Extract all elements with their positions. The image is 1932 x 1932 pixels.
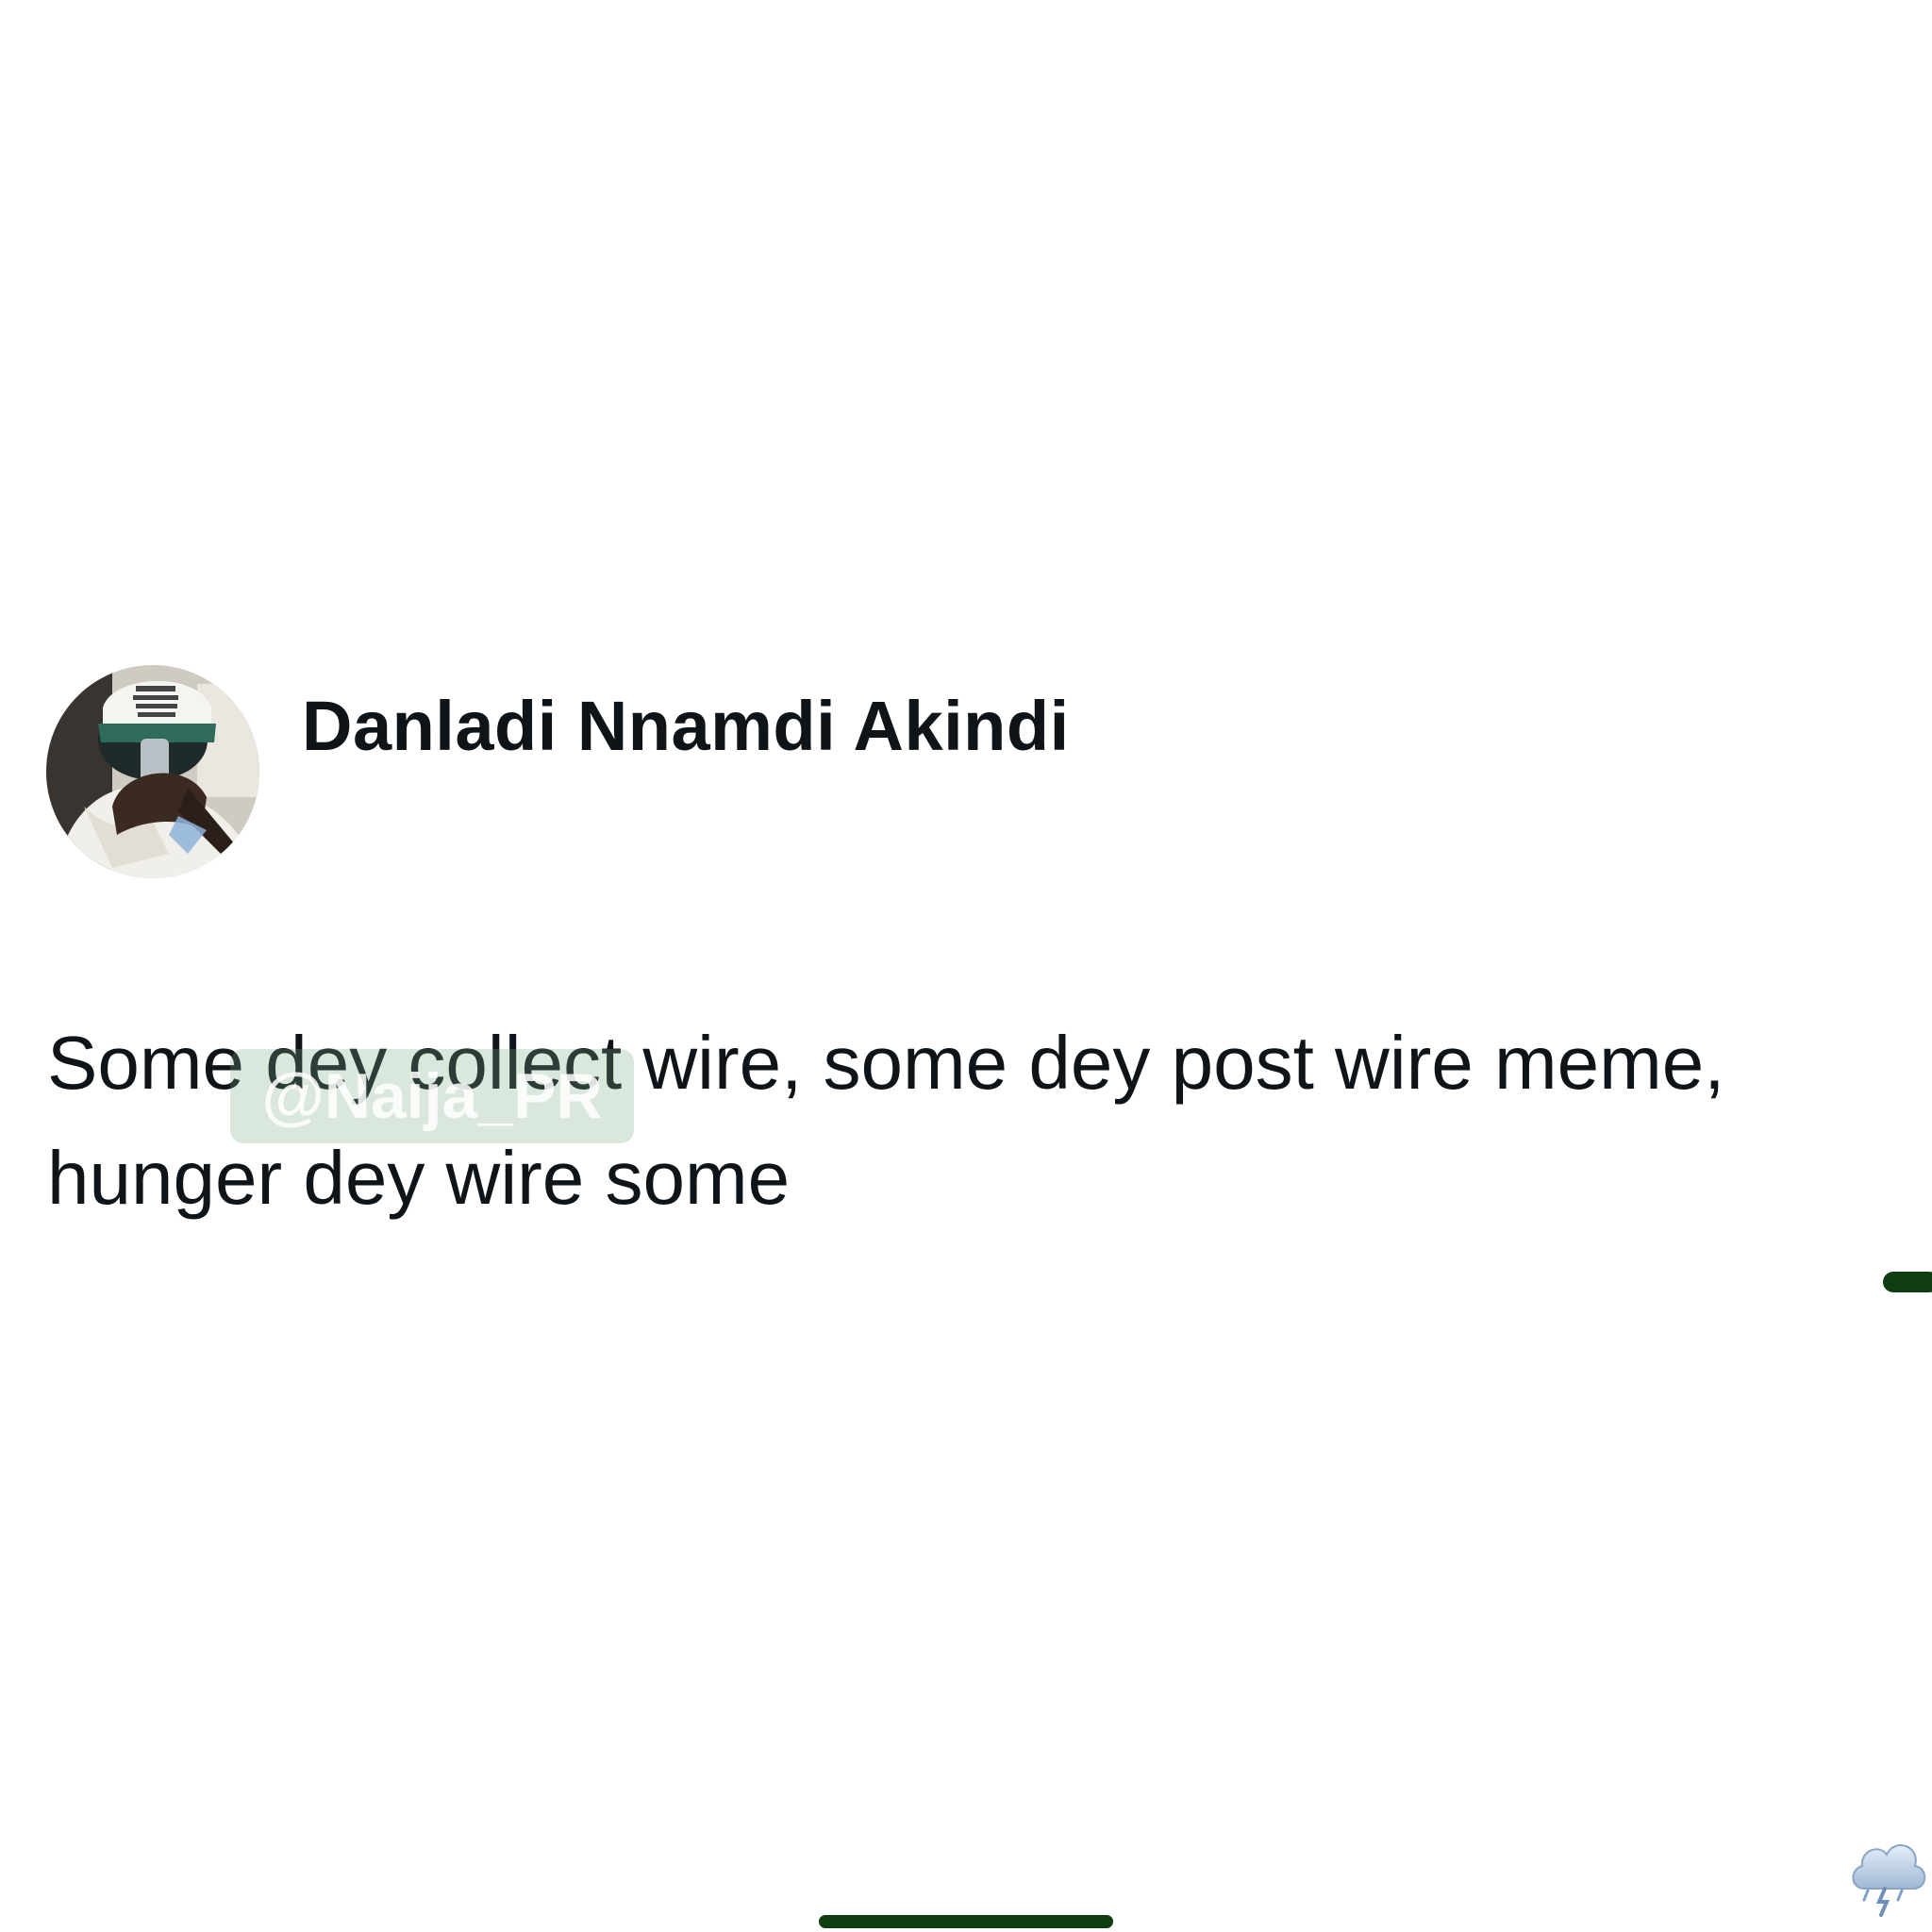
storm-cloud-icon — [1847, 1832, 1930, 1917]
watermark: @Naija_PR — [230, 1049, 634, 1143]
home-indicator[interactable] — [819, 1915, 1113, 1928]
side-handle[interactable] — [1883, 1272, 1932, 1292]
avatar-photo-icon — [46, 665, 259, 878]
author-display-name[interactable]: Danladi Nnamdi Akindi — [302, 685, 1070, 769]
author-avatar[interactable] — [46, 665, 259, 878]
watermark-text: @Naija_PR — [261, 1060, 603, 1132]
